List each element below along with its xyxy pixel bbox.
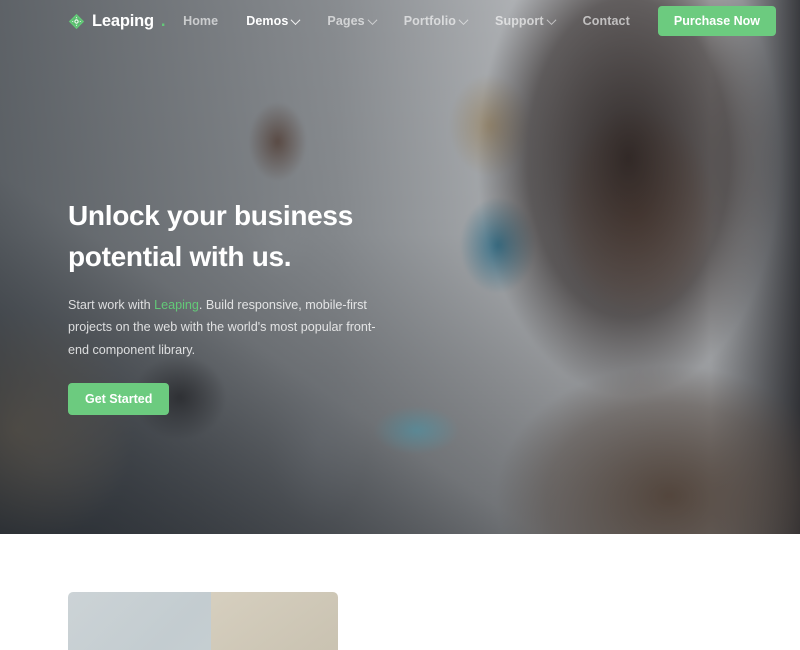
hero-title-line-1: Unlock your business [68, 200, 353, 231]
brand-logo-link[interactable]: Leaping. [68, 12, 165, 31]
main-navigation: Home Demos Pages Portfolio Support Conta… [169, 5, 776, 37]
hero-subtitle-before: Start work with [68, 297, 155, 312]
hero-content: Unlock your business potential with us. … [68, 196, 408, 416]
compass-diamond-icon [68, 13, 85, 29]
site-header: Leaping. Home Demos Pages Portfolio Supp… [0, 0, 800, 42]
nav-item-label: Portfolio [403, 14, 457, 28]
nav-item-support[interactable]: Support [481, 14, 569, 28]
nav-item-pages[interactable]: Pages [313, 14, 389, 28]
purchase-now-button[interactable]: Purchase Now [657, 5, 776, 37]
nav-item-label: Contact [582, 14, 630, 28]
chevron-down-icon [458, 14, 469, 25]
nav-item-contact[interactable]: Contact [569, 14, 644, 28]
nav-item-label: Pages [327, 14, 365, 28]
brand-name: Leaping [92, 11, 154, 30]
chevron-down-icon [290, 14, 301, 25]
feature-card-pane-right [211, 592, 338, 650]
hero-section: Leaping. Home Demos Pages Portfolio Supp… [0, 0, 800, 534]
chevron-down-icon [546, 14, 557, 25]
get-started-button[interactable]: Get Started [68, 382, 170, 416]
hero-subtitle: Start work with Leaping. Build responsiv… [68, 294, 390, 361]
nav-item-demos[interactable]: Demos [232, 14, 313, 28]
feature-card-pane-left [68, 592, 212, 650]
brand-dot: . [160, 11, 166, 30]
nav-item-label: Support [495, 14, 544, 28]
nav-item-label: Home [183, 14, 219, 28]
nav-item-label: Demos [246, 14, 289, 28]
hero-title: Unlock your business potential with us. [68, 196, 408, 278]
hero-title-line-2: potential with us. [68, 240, 292, 272]
chevron-down-icon [367, 14, 378, 25]
features-section [0, 534, 800, 650]
feature-card[interactable] [68, 592, 338, 650]
nav-item-portfolio[interactable]: Portfolio [390, 14, 481, 28]
hero-subtitle-highlight: Leaping [154, 297, 199, 312]
nav-item-home[interactable]: Home [169, 14, 232, 28]
